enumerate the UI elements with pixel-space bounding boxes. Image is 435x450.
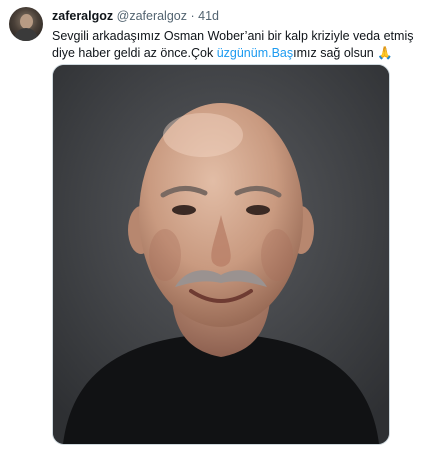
separator-dot: · <box>190 9 195 23</box>
tweet-text: Sevgili arkadaşımız Osman Wober’ani bir … <box>52 28 428 62</box>
praying-hands-emoji: 🙏 <box>377 46 393 60</box>
hashtag-link-2[interactable]: Baş <box>272 46 294 60</box>
avatar[interactable] <box>9 7 43 41</box>
display-name[interactable]: zaferalgoz <box>52 9 113 23</box>
avatar-face <box>20 14 33 29</box>
tweet-header: zaferalgoz @zaferalgoz · 41d <box>52 9 219 24</box>
avatar-body <box>14 28 38 41</box>
user-handle[interactable]: @zaferalgoz <box>117 9 187 23</box>
tweet[interactable]: zaferalgoz @zaferalgoz · 41d Sevgili ark… <box>0 0 435 450</box>
hashtag-link-1[interactable]: üzgünüm. <box>217 46 272 60</box>
tweet-photo[interactable] <box>52 64 390 445</box>
tweet-text-part2: ımız sağ olsun <box>293 46 378 60</box>
timestamp[interactable]: 41d <box>198 9 219 23</box>
portrait-image <box>53 65 389 444</box>
